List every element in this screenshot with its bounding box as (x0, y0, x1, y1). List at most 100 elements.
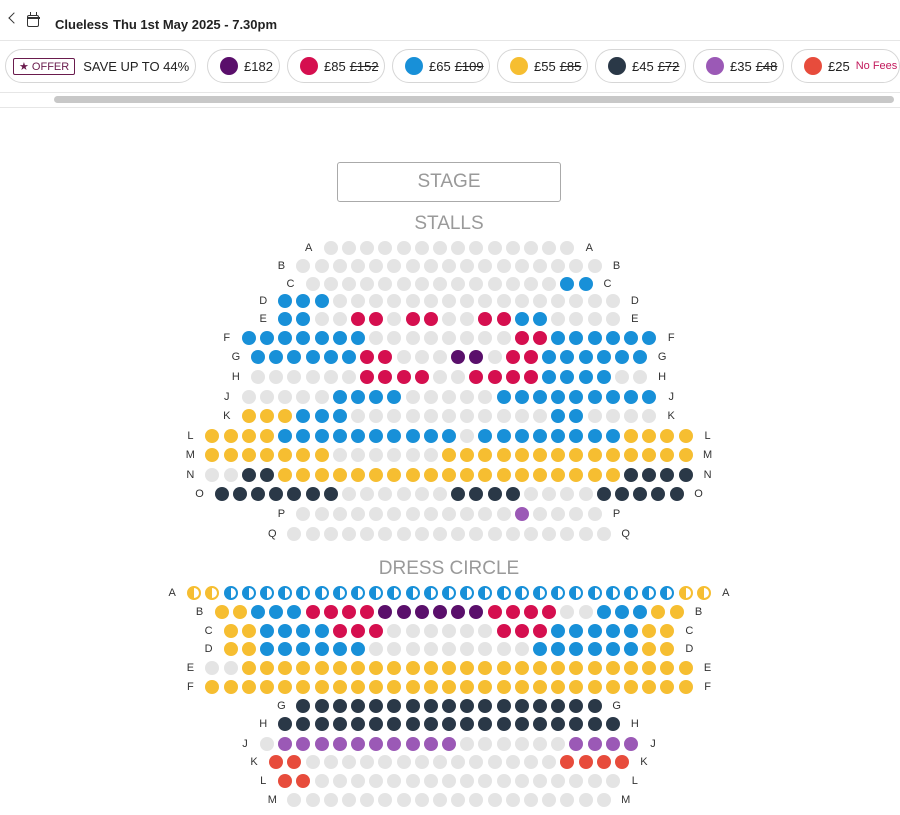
seat-available[interactable] (624, 624, 638, 638)
seat-available[interactable] (587, 737, 602, 751)
seat-available[interactable] (423, 661, 438, 675)
seat-available[interactable] (487, 370, 502, 384)
seat-available[interactable] (423, 699, 438, 713)
seat-available[interactable] (378, 350, 393, 364)
price-pill[interactable]: £35 £48 (693, 49, 784, 83)
seat-available[interactable] (351, 717, 365, 731)
seat-restricted-view[interactable] (533, 586, 547, 600)
seat-available[interactable] (569, 737, 584, 751)
seat-available[interactable] (351, 624, 365, 638)
seat-available[interactable] (614, 350, 629, 364)
price-pill[interactable]: £65 £109 (392, 49, 490, 83)
seat-available[interactable] (423, 468, 438, 482)
seat-available[interactable] (523, 350, 538, 364)
seat-available[interactable] (551, 448, 566, 462)
seat-restricted-view[interactable] (624, 586, 638, 600)
seat-available[interactable] (405, 680, 420, 694)
seat-available[interactable] (533, 468, 547, 482)
seat-restricted-view[interactable] (478, 586, 493, 600)
seat-available[interactable] (323, 487, 338, 501)
seat-available[interactable] (605, 448, 620, 462)
seat-available[interactable] (451, 350, 466, 364)
seat-available[interactable] (278, 409, 293, 423)
seat-available[interactable] (569, 390, 584, 404)
seat-available[interactable] (678, 680, 693, 694)
seat-available[interactable] (241, 624, 256, 638)
seat-available[interactable] (587, 390, 602, 404)
seat-available[interactable] (296, 642, 311, 656)
seat-available[interactable] (460, 448, 475, 462)
seat-restricted-view[interactable] (296, 586, 311, 600)
seat-available[interactable] (624, 737, 638, 751)
seat-available[interactable] (478, 717, 493, 731)
seat-available[interactable] (341, 605, 356, 619)
seat-available[interactable] (369, 717, 384, 731)
seat-available[interactable] (260, 642, 274, 656)
seat-available[interactable] (451, 605, 466, 619)
seat-available[interactable] (323, 605, 338, 619)
seat-available[interactable] (460, 717, 475, 731)
seat-available[interactable] (278, 294, 293, 308)
seat-available[interactable] (478, 448, 493, 462)
seat-available[interactable] (278, 661, 293, 675)
seat-available[interactable] (423, 717, 438, 731)
seat-available[interactable] (478, 661, 493, 675)
seat-available[interactable] (660, 468, 675, 482)
seat-available[interactable] (387, 699, 402, 713)
seat-available[interactable] (587, 468, 602, 482)
seat-available[interactable] (278, 448, 293, 462)
seat-available[interactable] (405, 468, 420, 482)
seat-available[interactable] (496, 661, 511, 675)
seat-available[interactable] (605, 642, 620, 656)
seat-available[interactable] (605, 429, 620, 443)
seat-available[interactable] (660, 624, 675, 638)
seat-available[interactable] (223, 624, 238, 638)
seat-available[interactable] (660, 642, 675, 656)
seat-available[interactable] (533, 717, 547, 731)
seat-available[interactable] (287, 755, 302, 769)
seat-available[interactable] (296, 448, 311, 462)
seat-available[interactable] (314, 680, 329, 694)
seat-available[interactable] (351, 699, 365, 713)
seat-available[interactable] (633, 605, 648, 619)
seat-available[interactable] (569, 642, 584, 656)
seat-available[interactable] (487, 605, 502, 619)
seat-available[interactable] (423, 737, 438, 751)
seat-available[interactable] (414, 370, 429, 384)
seat-available[interactable] (569, 717, 584, 731)
seat-available[interactable] (642, 642, 657, 656)
seat-available[interactable] (369, 468, 384, 482)
seat-available[interactable] (569, 468, 584, 482)
seat-available[interactable] (533, 642, 547, 656)
seat-available[interactable] (241, 448, 256, 462)
seat-available[interactable] (232, 605, 247, 619)
seat-available[interactable] (633, 350, 648, 364)
seat-available[interactable] (605, 624, 620, 638)
seat-available[interactable] (605, 661, 620, 675)
seat-available[interactable] (442, 717, 456, 731)
seat-available[interactable] (587, 717, 602, 731)
seat-available[interactable] (569, 699, 584, 713)
seat-available[interactable] (551, 699, 566, 713)
seat-available[interactable] (323, 350, 338, 364)
seat-available[interactable] (642, 624, 657, 638)
seat-available[interactable] (296, 294, 311, 308)
seat-available[interactable] (560, 755, 575, 769)
seat-available[interactable] (260, 624, 274, 638)
seat-available[interactable] (496, 312, 511, 326)
seat-available[interactable] (551, 331, 566, 345)
seat-available[interactable] (614, 487, 629, 501)
seat-available[interactable] (596, 350, 611, 364)
seat-available[interactable] (551, 390, 566, 404)
seat-available[interactable] (369, 680, 384, 694)
seat-available[interactable] (296, 624, 311, 638)
seat-available[interactable] (260, 331, 274, 345)
seat-available[interactable] (533, 699, 547, 713)
seat-available[interactable] (314, 331, 329, 345)
seat-available[interactable] (478, 680, 493, 694)
seat-available[interactable] (260, 409, 274, 423)
seat-available[interactable] (596, 605, 611, 619)
seat-available[interactable] (569, 409, 584, 423)
seat-available[interactable] (396, 370, 411, 384)
seat-available[interactable] (314, 737, 329, 751)
